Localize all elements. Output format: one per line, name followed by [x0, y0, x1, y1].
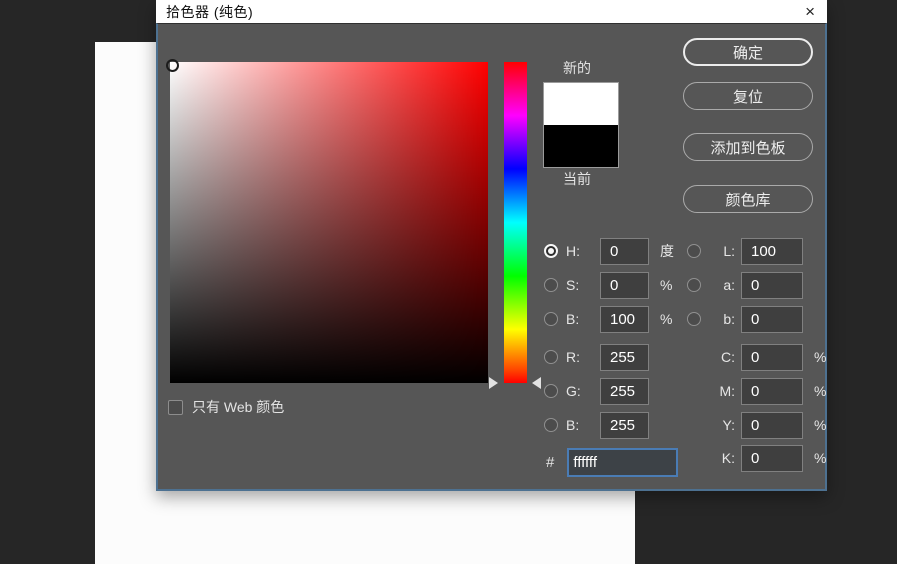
web-colors-only-row: 只有 Web 颜色: [168, 397, 284, 417]
b-label: B:: [566, 311, 580, 327]
m-input[interactable]: [741, 377, 803, 405]
r-input[interactable]: [600, 343, 649, 371]
dialog-titlebar[interactable]: 拾色器 (纯色) ×: [156, 0, 827, 23]
lab-b-input[interactable]: [741, 305, 803, 333]
m-label: M:: [719, 383, 735, 399]
a-input[interactable]: [741, 271, 803, 299]
g-input[interactable]: [600, 377, 649, 405]
b-input[interactable]: [600, 305, 649, 333]
new-color-label: 新的: [563, 60, 591, 76]
b2-input[interactable]: [600, 411, 649, 439]
field-row-a: a:: [687, 271, 803, 299]
h-input[interactable]: [600, 237, 649, 265]
y-label: Y:: [722, 417, 735, 433]
field-row-r: R:: [544, 343, 649, 371]
color-libraries-button[interactable]: 颜色库: [683, 185, 813, 213]
web-colors-checkbox[interactable]: [168, 399, 183, 415]
k-label: K:: [721, 450, 735, 466]
s-label: S:: [566, 277, 580, 293]
photoshop-workspace: 拾色器 (纯色) × 只有 Web 颜色 新的 当前 确定 复位 添加到色板 颜…: [0, 0, 897, 564]
reset-button[interactable]: 复位: [683, 82, 813, 110]
hue-slider-arrow-left-icon[interactable]: [489, 377, 498, 389]
y-unit: %: [814, 417, 827, 433]
m-unit: %: [814, 383, 827, 399]
saturation-brightness-field[interactable]: [170, 62, 488, 383]
color-picker-dialog: 拾色器 (纯色) × 只有 Web 颜色 新的 当前 确定 复位 添加到色板 颜…: [156, 0, 827, 491]
current-color-swatch[interactable]: [544, 125, 618, 167]
field-row-k: K: %: [687, 444, 826, 472]
dialog-title: 拾色器 (纯色): [166, 3, 254, 20]
c-input[interactable]: [741, 343, 803, 371]
r-label: R:: [566, 349, 580, 365]
hue-slider[interactable]: [504, 62, 527, 383]
b2-label: B:: [566, 417, 580, 433]
close-icon[interactable]: ×: [805, 0, 815, 23]
c-unit: %: [814, 349, 827, 365]
color-swatch: [543, 82, 619, 168]
color-field-marker-icon[interactable]: [166, 59, 179, 72]
h-unit: 度: [660, 243, 674, 259]
g-label: G:: [566, 383, 581, 399]
new-color-swatch: [544, 83, 618, 125]
hex-row: #: [546, 448, 679, 477]
field-row-s: S: %: [544, 271, 672, 299]
field-row-b: B: %: [544, 305, 672, 333]
b2-radio[interactable]: [544, 418, 558, 432]
field-row-g: G:: [544, 377, 649, 405]
l-input[interactable]: [741, 237, 803, 265]
l-radio[interactable]: [687, 244, 701, 258]
y-input[interactable]: [741, 411, 803, 439]
hex-input[interactable]: [567, 448, 679, 477]
r-radio[interactable]: [544, 350, 558, 364]
ok-button[interactable]: 确定: [683, 38, 813, 66]
add-to-swatches-button[interactable]: 添加到色板: [683, 133, 813, 161]
lab-b-radio[interactable]: [687, 312, 701, 326]
a-label: a:: [723, 277, 735, 293]
field-row-b2: B:: [544, 411, 649, 439]
b-radio[interactable]: [544, 312, 558, 326]
field-row-m: M: %: [687, 377, 826, 405]
lab-b-label: b:: [723, 311, 735, 327]
c-label: C:: [721, 349, 735, 365]
h-radio[interactable]: [544, 244, 558, 258]
k-unit: %: [814, 450, 827, 466]
web-colors-label: 只有 Web 颜色: [192, 399, 285, 415]
h-label: H:: [566, 243, 580, 259]
field-row-h: H: 度: [544, 237, 674, 265]
g-radio[interactable]: [544, 384, 558, 398]
field-row-y: Y: %: [687, 411, 826, 439]
s-unit: %: [660, 277, 673, 293]
k-input[interactable]: [741, 444, 803, 472]
a-radio[interactable]: [687, 278, 701, 292]
s-radio[interactable]: [544, 278, 558, 292]
s-input[interactable]: [600, 271, 649, 299]
field-row-lab-b: b:: [687, 305, 803, 333]
field-row-c: C: %: [687, 343, 826, 371]
hue-slider-arrow-right-icon[interactable]: [532, 377, 541, 389]
current-color-label: 当前: [563, 171, 591, 187]
b-unit: %: [660, 311, 673, 327]
l-label: L:: [723, 243, 735, 259]
field-row-l: L:: [687, 237, 803, 265]
hex-label: #: [546, 454, 555, 471]
